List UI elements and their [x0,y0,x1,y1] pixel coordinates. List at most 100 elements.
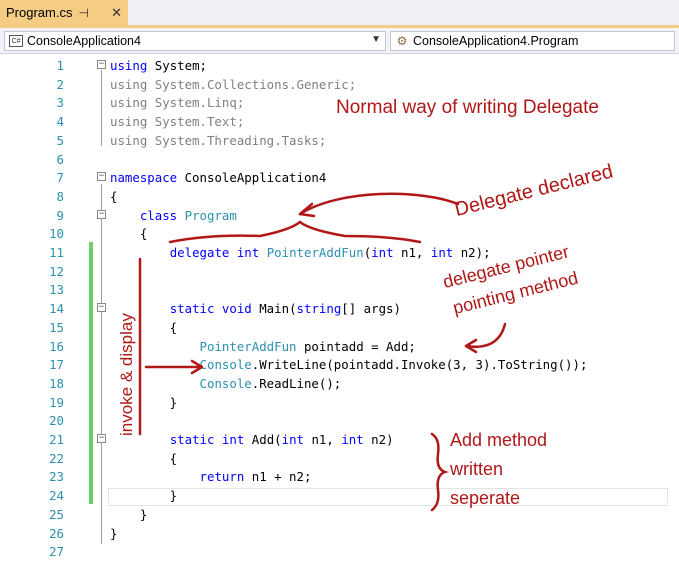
chevron-down-icon[interactable]: ▼ [371,34,381,45]
project-dropdown-label: ConsoleApplication4 [27,34,141,48]
code-line[interactable]: 15 { [0,318,679,337]
code-text: namespace ConsoleApplication4 [110,168,326,187]
code-token: Add( [244,432,282,447]
code-line[interactable]: 21 − static int Add(int n1, int n2) [0,430,679,449]
code-text: static int Add(int n1, int n2) [110,430,394,449]
code-text: return n1 + n2; [110,467,312,486]
code-token: .ReadLine(); [251,375,342,391]
code-line[interactable]: 1 − using System; [0,56,679,75]
code-line[interactable]: 19 } [0,393,679,412]
close-icon[interactable]: ✕ [111,5,122,21]
csharp-project-icon: C# [9,35,23,47]
code-token: using System.Linq; [110,95,245,111]
code-token: int [236,245,260,260]
code-editor[interactable]: 1− using System; 2 using System.Collections… [0,54,679,567]
code-token: Console [199,375,252,391]
code-token: using System.Text; [110,114,245,130]
code-line[interactable]: 17 Console.WriteLine(pointadd.Invoke(3, … [0,355,679,374]
line-number: 1 [56,58,64,73]
code-line[interactable]: 20 [0,411,679,430]
line-number: 11 [49,245,64,260]
code-token: PointerAddFun [199,338,297,354]
collapse-icon[interactable]: − [97,60,106,69]
line-number: 4 [56,114,64,130]
line-number: 6 [56,151,64,167]
code-text: using System.Text; [110,112,244,131]
code-token: return [199,469,245,485]
line-number: 3 [56,95,64,111]
type-dropdown[interactable]: ⚙ ConsoleApplication4.Program [390,31,675,51]
line-number: 9 [56,207,64,223]
code-line[interactable]: 18 Console.ReadLine(); [0,374,679,393]
code-token: class [139,207,178,223]
code-line[interactable]: 27 [0,542,679,561]
navigation-bar: C# ConsoleApplication4 ▼ ⚙ ConsoleApplic… [0,28,679,54]
code-text: } [110,524,117,543]
code-text: } [110,505,147,524]
line-number: 12 [49,263,64,279]
code-token: [] args) [341,301,401,317]
collapse-icon[interactable]: − [97,172,106,182]
code-text: { [110,224,147,243]
line-number: 25 [49,506,64,522]
code-text: using System.Linq; [110,93,244,112]
code-line[interactable]: 14 − static void Main(string[] args) [0,299,679,318]
code-token: int [221,432,245,447]
code-text: PointerAddFun pointadd = Add; [110,337,416,356]
line-number: 2 [56,76,64,92]
line-number: 17 [49,357,64,373]
line-number: 24 [49,488,64,504]
code-token: n1, [393,245,431,260]
code-token: System; [147,58,207,73]
line-number: 27 [49,544,64,560]
code-token: int [281,432,305,447]
code-line[interactable]: 6 [0,150,679,169]
code-text: { [110,187,117,206]
code-text: using System.Threading.Tasks; [110,131,326,150]
code-token: PointerAddFun [266,245,364,260]
code-token: Main( [251,301,297,317]
line-number: 18 [49,375,64,391]
code-line[interactable]: 11 delegate int PointerAddFun(int n1, in… [0,243,679,262]
code-token: n1, [304,432,342,447]
code-line[interactable]: 5 using System.Threading.Tasks; [0,131,679,150]
project-dropdown[interactable]: C# ConsoleApplication4 ▼ [4,31,386,51]
code-line[interactable]: 16 PointerAddFun pointadd = Add; [0,337,679,356]
class-icon: ⚙ [396,34,408,48]
code-token: pointadd = Add; [296,338,416,354]
collapse-icon[interactable]: − [97,303,106,313]
code-text: using System; [110,56,207,75]
code-token: } [110,525,118,541]
code-text: Console.ReadLine(); [110,374,342,393]
line-number: 15 [49,319,64,335]
annotation-seperate: seperate [450,488,521,508]
line-number: 16 [49,338,64,354]
line-number: 21 [49,432,64,447]
code-text: using System.Collections.Generic; [110,75,356,94]
pin-icon[interactable]: ⊣ [78,6,88,20]
code-line[interactable]: 2 using System.Collections.Generic; [0,75,679,94]
code-line[interactable]: 22 { [0,449,679,468]
code-token: int [371,245,394,260]
collapse-icon[interactable]: − [97,209,106,219]
code-token: static [169,432,215,447]
code-line[interactable]: 25 } [0,505,679,524]
code-token: using System.Threading.Tasks; [110,132,327,148]
code-line[interactable]: 10 { [0,224,679,243]
code-text: } [110,486,177,505]
code-line[interactable]: 23 return n1 + n2; [0,467,679,486]
line-number: 22 [49,450,64,466]
annotation-add-method: Add method [450,430,548,450]
tab-program-cs[interactable]: Program.cs ⊣ ✕ [0,0,128,25]
code-line[interactable]: 26} [0,524,679,543]
code-token: ConsoleApplication4 [177,170,327,186]
code-line[interactable]: 9 − class Program [0,206,679,225]
annotation-title: Normal way of writing Delegate [336,97,599,118]
code-line[interactable]: 24 } [0,486,679,505]
line-number: 7 [56,170,64,186]
collapse-icon[interactable]: − [97,434,106,443]
